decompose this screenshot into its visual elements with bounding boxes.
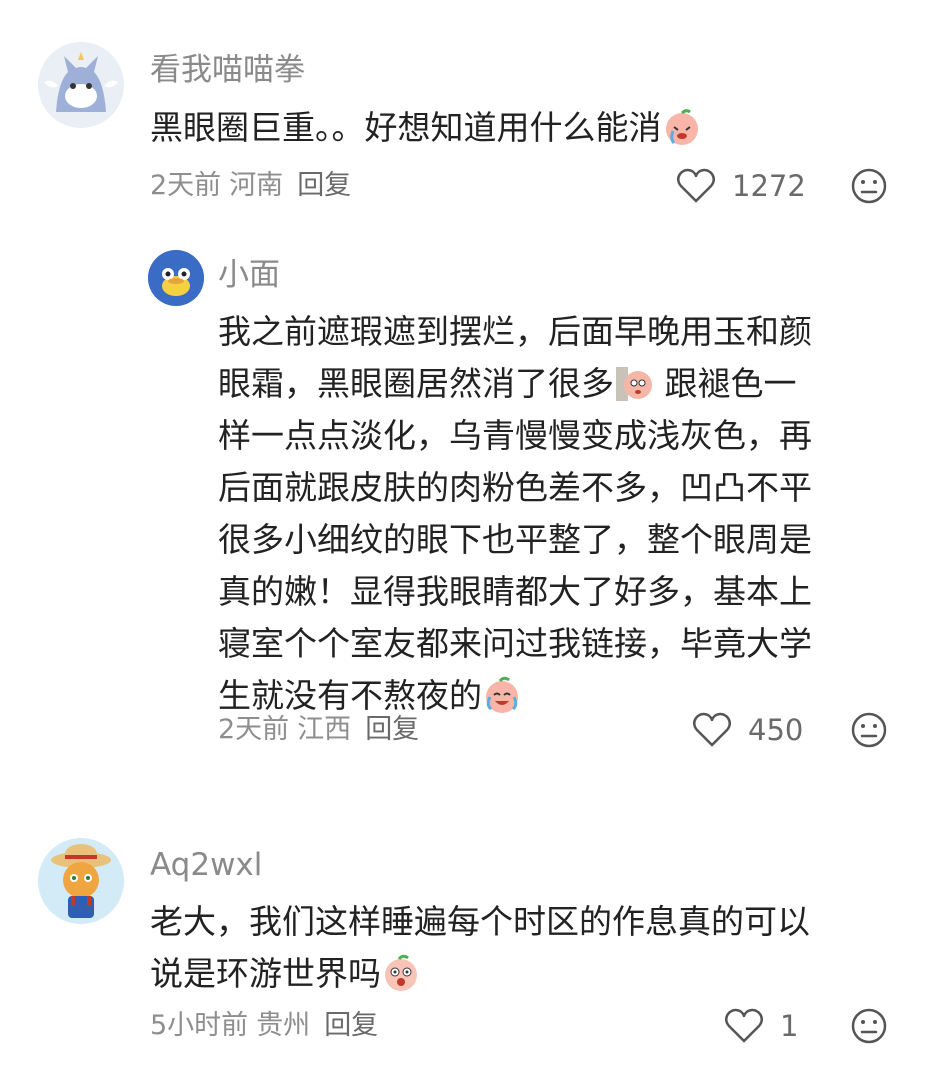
- comment-text-content: 黑眼圈巨重。。好想知道用什么能消: [150, 108, 662, 147]
- neutral-face-icon[interactable]: [850, 711, 888, 749]
- heart-outline-icon: [693, 712, 731, 747]
- duck-avatar[interactable]: [148, 250, 204, 306]
- comment-text: 老大，我们这样睡遍每个时区的作息真的可以 说是环游世界吗: [150, 896, 910, 1000]
- neutral-face-icon[interactable]: [850, 167, 888, 205]
- comment-text: 黑眼圈巨重。。好想知道用什么能消: [150, 102, 702, 154]
- region: 贵州: [256, 1010, 311, 1041]
- like-button[interactable]: 450: [692, 710, 803, 750]
- comment-line: 说是环游世界吗: [150, 948, 910, 1000]
- comment-meta: 2天前 河南 回复: [150, 168, 351, 204]
- reply-button[interactable]: 回复: [297, 170, 351, 201]
- timestamp: 5小时前: [150, 1010, 249, 1041]
- username[interactable]: 看我喵喵拳: [150, 50, 305, 90]
- like-count: 1272: [732, 169, 806, 203]
- comment-line-text: 生就没有不熬夜的: [218, 676, 482, 715]
- region: 江西: [297, 714, 352, 745]
- reply-button[interactable]: 回复: [365, 714, 419, 745]
- region: 河南: [229, 170, 284, 201]
- comment-line: 眼霜，黑眼圈居然消了很多 跟褪色一: [218, 358, 898, 410]
- cat-avatar[interactable]: [38, 42, 124, 128]
- crying-peach-emoji: [662, 107, 702, 147]
- shocked-peach-emoji: [381, 953, 421, 993]
- timestamp: 2天前: [218, 714, 290, 745]
- username[interactable]: 小面: [218, 255, 280, 295]
- username[interactable]: Aq2wxl: [150, 845, 262, 885]
- comment-line: 寝室个个室友都来问过我链接，毕竟大学: [218, 624, 812, 663]
- comment-line: 真的嫩！显得我眼睛都大了好多，基本上: [218, 572, 812, 611]
- heart-outline-icon: [677, 168, 715, 203]
- wall-peek-emoji: [614, 363, 654, 403]
- comment-line: 老大，我们这样睡遍每个时区的作息真的可以: [150, 902, 810, 941]
- timestamp: 2天前: [150, 170, 222, 201]
- comment-line: 我之前遮瑕遮到摆烂，后面早晚用玉和颜: [218, 312, 812, 351]
- comment-line-suffix: 跟褪色一: [654, 364, 797, 403]
- comment-meta: 2天前 江西 回复: [218, 712, 419, 748]
- neutral-face-icon[interactable]: [850, 1007, 888, 1045]
- like-button[interactable]: 1: [724, 1006, 798, 1046]
- comment-text: 我之前遮瑕遮到摆烂，后面早晚用玉和颜 眼霜，黑眼圈居然消了很多 跟褪色一 样一点…: [218, 306, 898, 722]
- heart-outline-icon: [725, 1008, 763, 1043]
- comment-meta: 5小时前 贵州 回复: [150, 1008, 378, 1044]
- like-button[interactable]: 1272: [676, 166, 806, 206]
- comment-line: 样一点点淡化，乌青慢慢变成浅灰色，再: [218, 416, 812, 455]
- comment-line: 很多小细纹的眼下也平整了，整个眼周是: [218, 520, 812, 559]
- reply-button[interactable]: 回复: [324, 1010, 378, 1041]
- like-count: 450: [748, 713, 804, 747]
- comment-line-text: 说是环游世界吗: [150, 954, 381, 993]
- comment-line: 后面就跟皮肤的肉粉色差不多，凹凸不平: [218, 468, 812, 507]
- farmer-cat-avatar[interactable]: [38, 838, 124, 924]
- like-count: 1: [780, 1009, 799, 1043]
- comment-line-text: 眼霜，黑眼圈居然消了很多: [218, 364, 614, 403]
- crying-laugh-peach-emoji: [482, 675, 522, 715]
